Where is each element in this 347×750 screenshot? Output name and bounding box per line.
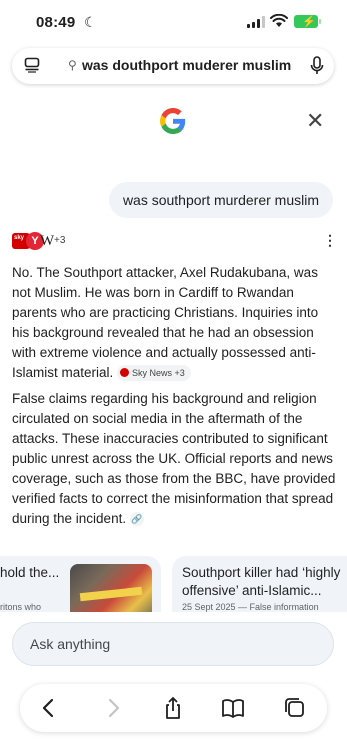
mic-icon[interactable] (310, 56, 324, 76)
card-thumbnail (70, 564, 152, 612)
google-logo (160, 108, 186, 134)
search-icon: ⚲ (68, 58, 77, 72)
answer-paragraph-1: No. The Southport attacker, Axel Rudakub… (12, 263, 336, 383)
status-bar: 08:49 ☾ ⚡ (0, 0, 347, 44)
link-icon[interactable]: 🔗 (129, 512, 144, 526)
status-time: 08:49 (36, 14, 76, 31)
wikipedia-favicon: W (40, 233, 55, 249)
ask-input[interactable]: Ask anything (12, 622, 334, 666)
ask-input-placeholder: Ask anything (30, 636, 111, 652)
answer-paragraph-2: False claims regarding his background an… (12, 389, 336, 529)
more-vert-icon[interactable]: ⋮ (323, 233, 337, 247)
back-icon[interactable] (36, 695, 62, 721)
tabs-sidebar-icon[interactable] (24, 57, 40, 73)
address-bar-query[interactable]: was douthport muderer muslim (82, 57, 291, 73)
source-card[interactable]: hold the... ritons who (0, 556, 161, 612)
source-cards-carousel[interactable]: hold the... ritons who Southport killer … (0, 556, 347, 612)
signal-icon (247, 16, 265, 28)
answer-paragraph-2-text: False claims regarding his background an… (12, 391, 336, 526)
wifi-icon (270, 14, 288, 27)
card-title: Southport killer had ‘highly offensive’ … (182, 565, 341, 598)
card-subtitle: ritons who (0, 602, 42, 612)
close-icon[interactable]: ✕ (306, 110, 324, 132)
sources-more-count: +3 (54, 235, 66, 246)
browser-toolbar (20, 684, 327, 732)
card-subtitle: 25 Sept 2025 — False information (182, 602, 319, 612)
card-title: hold the... (0, 565, 60, 580)
source-card[interactable]: Southport killer had ‘highly offensive’ … (172, 556, 347, 612)
forward-icon[interactable] (100, 695, 126, 721)
answer-paragraph-1-text: No. The Southport attacker, Axel Rudakub… (12, 265, 319, 380)
moon-icon: ☾ (84, 14, 97, 30)
bookmarks-icon[interactable] (220, 695, 246, 721)
user-message-bubble: was southport murderer muslim (108, 182, 333, 218)
share-icon[interactable] (160, 695, 186, 721)
source-chip[interactable]: Sky News +3 (117, 365, 191, 381)
address-bar[interactable]: ⚲ was douthport muderer muslim (12, 48, 334, 84)
sky-news-chip-icon (120, 368, 130, 377)
battery-icon: ⚡ (294, 15, 321, 28)
tabs-icon[interactable] (282, 695, 308, 721)
